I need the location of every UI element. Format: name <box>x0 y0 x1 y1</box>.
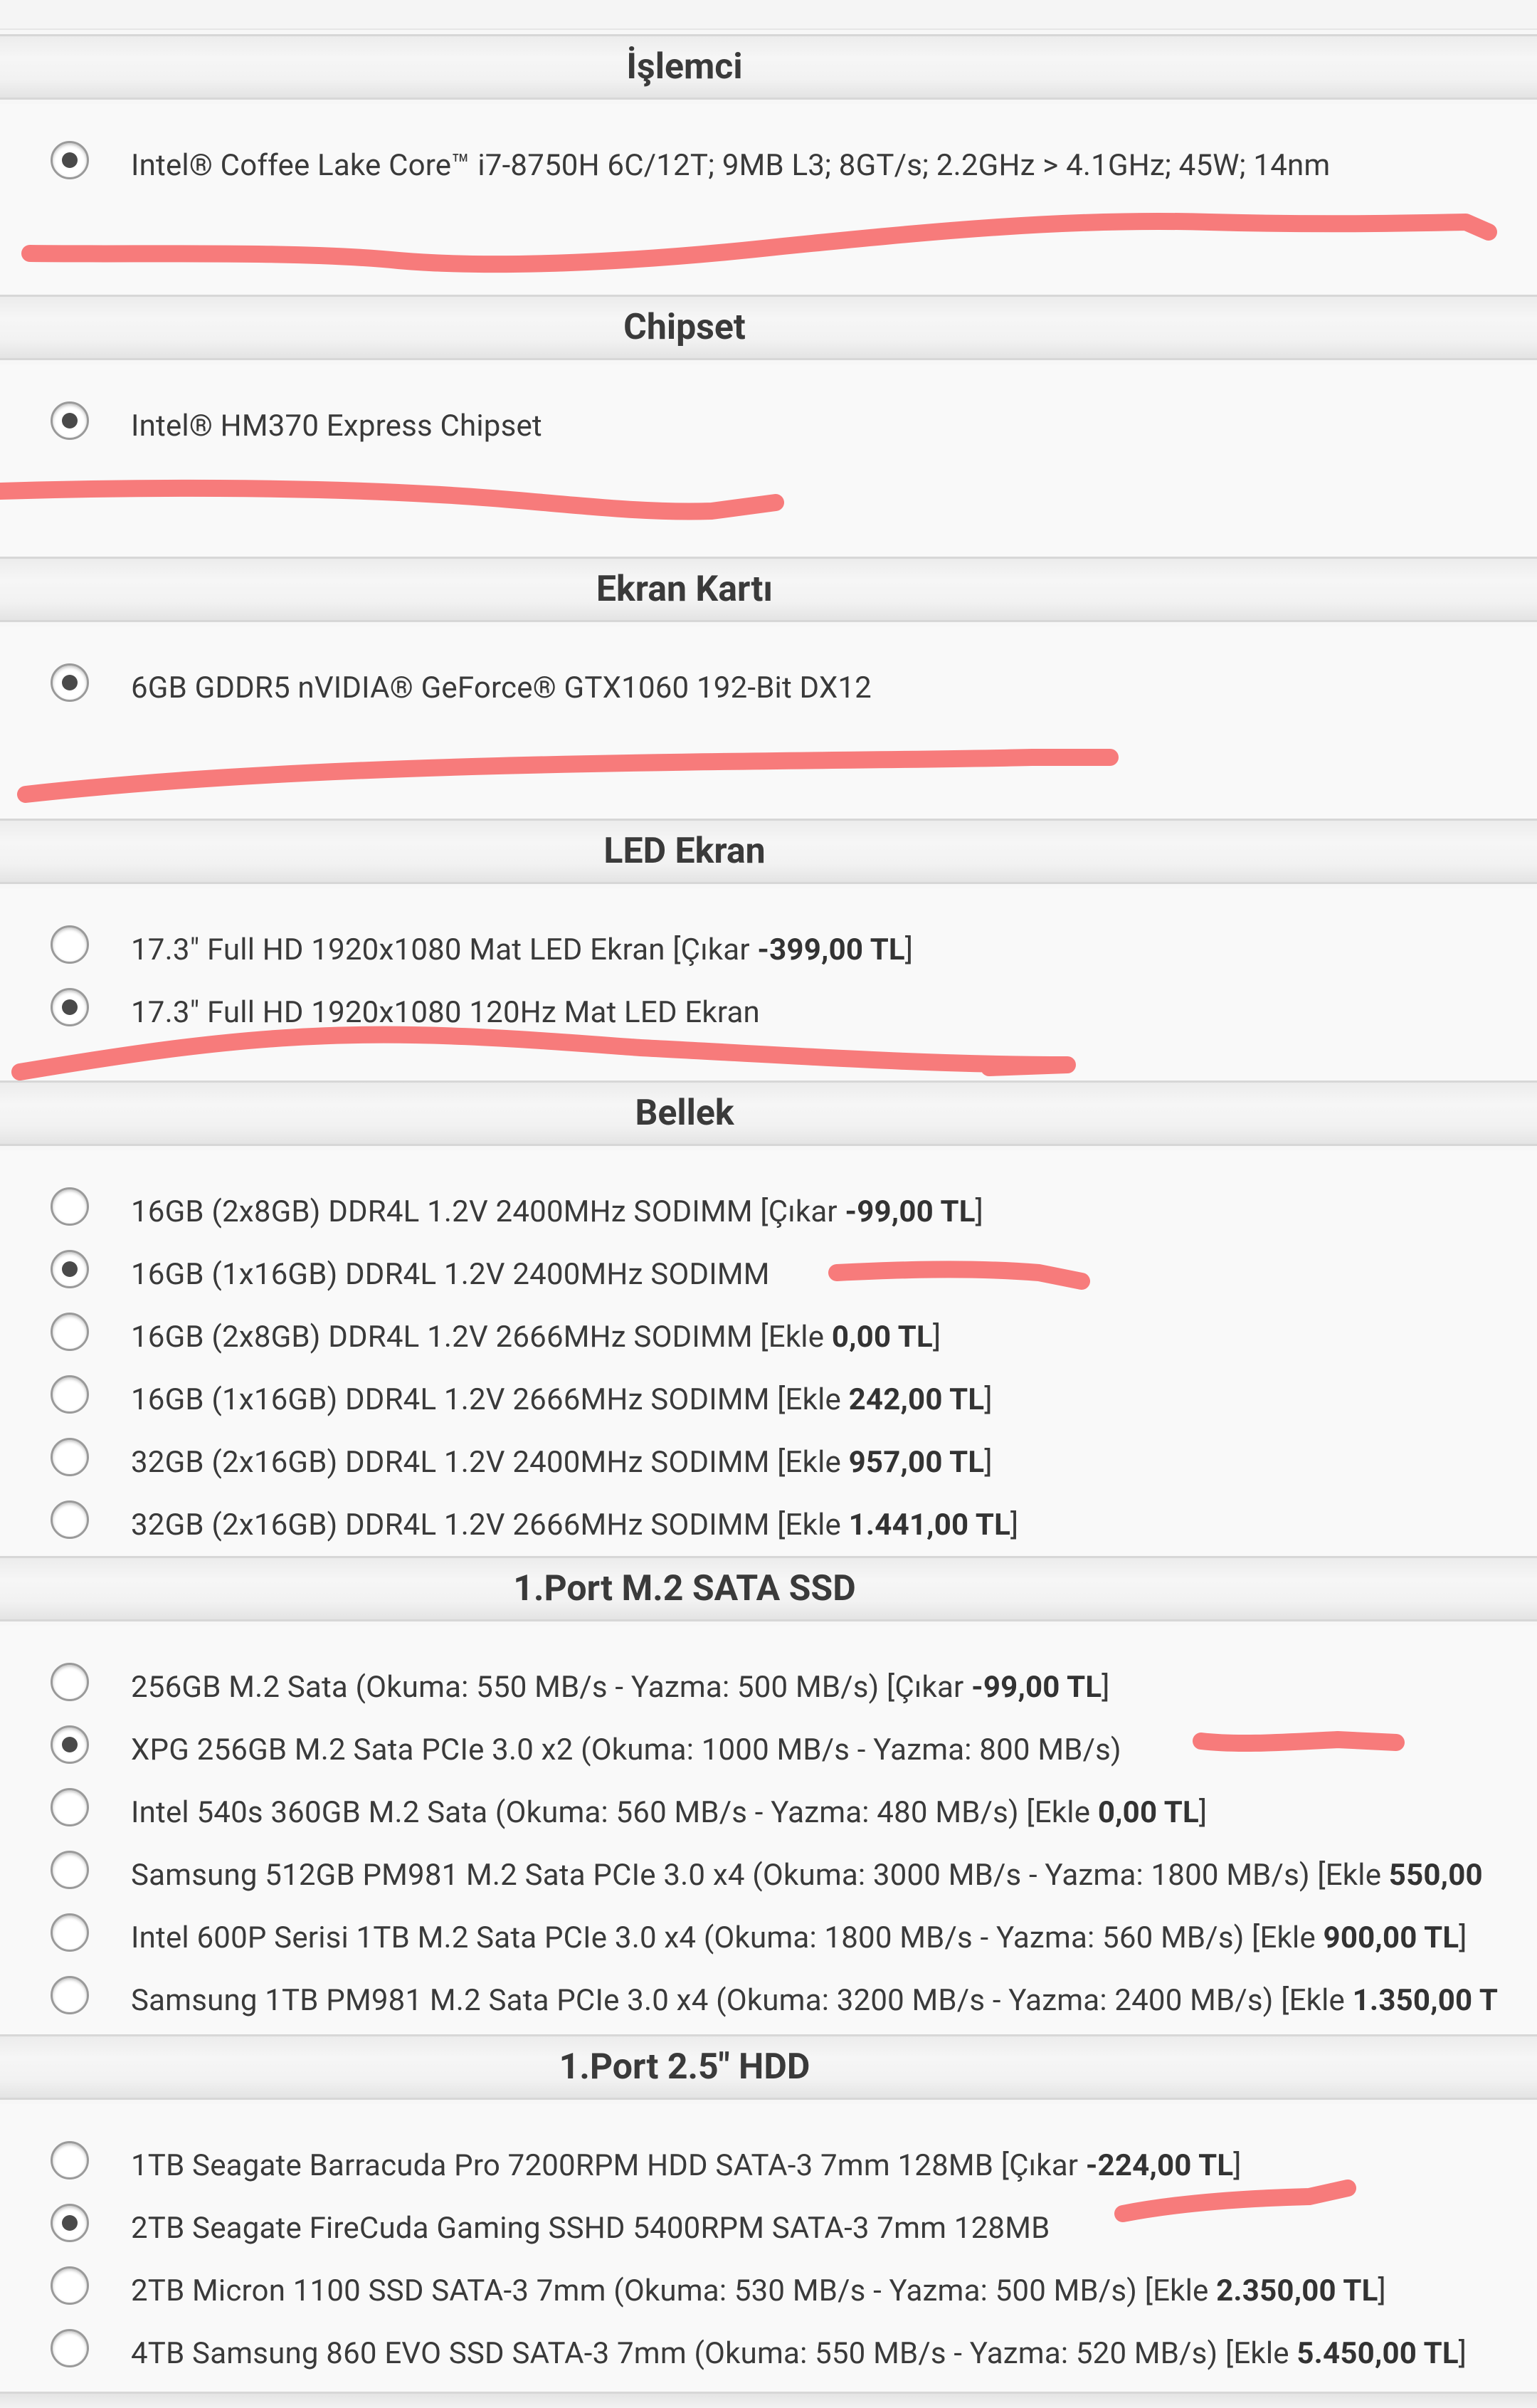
radio-button[interactable] <box>51 1725 89 1764</box>
radio-button[interactable] <box>51 2204 89 2242</box>
option-label: 16GB (2x8GB) DDR4L 1.2V 2666MHz SODIMM [… <box>131 1319 941 1355</box>
option-chipset[interactable]: Intel® HM370 Express Chipset <box>0 394 1537 457</box>
option-ram-3[interactable]: 16GB (2x8GB) DDR4L 1.2V 2666MHz SODIMM [… <box>0 1305 1537 1368</box>
section-header-chipset: Chipset <box>0 295 1537 360</box>
option-label: Intel 600P Serisi 1TB M.2 Sata PCIe 3.0 … <box>131 1920 1467 1955</box>
section-body-led-ekran: 17.3" Full HD 1920x1080 Mat LED Ekran [Ç… <box>0 888 1537 1081</box>
option-ssd-1[interactable]: 256GB M.2 Sata (Okuma: 550 MB/s - Yazma:… <box>0 1656 1537 1718</box>
section-title: Chipset <box>623 307 746 348</box>
radio-button[interactable] <box>51 1851 89 1889</box>
radio-button[interactable] <box>51 988 89 1026</box>
option-cpu[interactable]: Intel® Coffee Lake Core™ i7-8750H 6C/12T… <box>0 134 1537 196</box>
section-title: 1.Port M.2 SATA SSD <box>513 1568 856 1609</box>
radio-button[interactable] <box>51 2266 89 2305</box>
option-hdd-2[interactable]: 2TB Seagate FireCuda Gaming SSHD 5400RPM… <box>0 2197 1537 2259</box>
option-gpu[interactable]: 6GB GDDR5 nVIDIA® GeForce® GTX1060 192-B… <box>0 656 1537 719</box>
radio-button[interactable] <box>51 1976 89 2014</box>
option-label: Intel® HM370 Express Chipset <box>131 408 542 443</box>
option-ram-2[interactable]: 16GB (1x16GB) DDR4L 1.2V 2400MHz SODIMM <box>0 1243 1537 1305</box>
option-label: 17.3" Full HD 1920x1080 Mat LED Ekran [Ç… <box>131 932 914 967</box>
section-body-ekran-karti: 6GB GDDR5 nVIDIA® GeForce® GTX1060 192-B… <box>0 626 1537 819</box>
radio-button[interactable] <box>51 1788 89 1826</box>
radio-button[interactable] <box>51 2141 89 2180</box>
radio-button[interactable] <box>51 141 89 179</box>
option-ssd-2[interactable]: XPG 256GB M.2 Sata PCIe 3.0 x2 (Okuma: 1… <box>0 1718 1537 1781</box>
option-ram-4[interactable]: 16GB (1x16GB) DDR4L 1.2V 2666MHz SODIMM … <box>0 1368 1537 1431</box>
radio-button[interactable] <box>51 401 89 440</box>
section-title: İşlemci <box>626 46 743 88</box>
option-label: Samsung 1TB PM981 M.2 Sata PCIe 3.0 x4 (… <box>131 1982 1499 2018</box>
radio-button[interactable] <box>51 1375 89 1414</box>
option-label: 6GB GDDR5 nVIDIA® GeForce® GTX1060 192-B… <box>131 670 872 705</box>
section-title: LED Ekran <box>603 831 766 872</box>
section-header-hdd: 1.Port 2.5" HDD <box>0 2034 1537 2100</box>
option-ram-6[interactable]: 32GB (2x16GB) DDR4L 1.2V 2666MHz SODIMM … <box>0 1493 1537 1556</box>
section-header-led-ekran: LED Ekran <box>0 819 1537 884</box>
radio-button[interactable] <box>51 925 89 964</box>
radio-button[interactable] <box>51 1663 89 1701</box>
option-hdd-4[interactable]: 4TB Samsung 860 EVO SSD SATA-3 7mm (Okum… <box>0 2322 1537 2385</box>
section-body-m2-ssd: 256GB M.2 Sata (Okuma: 550 MB/s - Yazma:… <box>0 1626 1537 2034</box>
option-hdd-1[interactable]: 1TB Seagate Barracuda Pro 7200RPM HDD SA… <box>0 2134 1537 2197</box>
section-body-islemci: Intel® Coffee Lake Core™ i7-8750H 6C/12T… <box>0 104 1537 295</box>
option-hdd-3[interactable]: 2TB Micron 1100 SSD SATA-3 7mm (Okuma: 5… <box>0 2259 1537 2322</box>
section-body-chipset: Intel® HM370 Express Chipset <box>0 364 1537 557</box>
option-label: 256GB M.2 Sata (Okuma: 550 MB/s - Yazma:… <box>131 1669 1110 1705</box>
option-label: 16GB (1x16GB) DDR4L 1.2V 2666MHz SODIMM … <box>131 1382 993 1417</box>
option-label: 1TB Seagate Barracuda Pro 7200RPM HDD SA… <box>131 2147 1242 2183</box>
option-screen-2[interactable]: 17.3" Full HD 1920x1080 120Hz Mat LED Ek… <box>0 981 1537 1043</box>
section-header-bellek: Bellek <box>0 1081 1537 1146</box>
option-ssd-5[interactable]: Intel 600P Serisi 1TB M.2 Sata PCIe 3.0 … <box>0 1906 1537 1969</box>
option-label: 4TB Samsung 860 EVO SSD SATA-3 7mm (Okum… <box>131 2335 1467 2371</box>
option-label: 32GB (2x16GB) DDR4L 1.2V 2666MHz SODIMM … <box>131 1507 1019 1542</box>
option-label: 16GB (1x16GB) DDR4L 1.2V 2400MHz SODIMM <box>131 1256 770 1292</box>
option-label: Intel 540s 360GB M.2 Sata (Okuma: 560 MB… <box>131 1794 1208 1830</box>
option-ram-5[interactable]: 32GB (2x16GB) DDR4L 1.2V 2400MHz SODIMM … <box>0 1431 1537 1493</box>
option-ssd-4[interactable]: Samsung 512GB PM981 M.2 Sata PCIe 3.0 x4… <box>0 1844 1537 1906</box>
option-label: 32GB (2x16GB) DDR4L 1.2V 2400MHz SODIMM … <box>131 1444 993 1480</box>
radio-button[interactable] <box>51 1438 89 1476</box>
section-body-bellek: 16GB (2x8GB) DDR4L 1.2V 2400MHz SODIMM [… <box>0 1150 1537 1556</box>
option-screen-1[interactable]: 17.3" Full HD 1920x1080 Mat LED Ekran [Ç… <box>0 918 1537 981</box>
section-title: Bellek <box>635 1093 734 1134</box>
option-ram-1[interactable]: 16GB (2x8GB) DDR4L 1.2V 2400MHz SODIMM [… <box>0 1180 1537 1243</box>
section-title: Ekran Kartı <box>596 569 773 610</box>
option-ssd-3[interactable]: Intel 540s 360GB M.2 Sata (Okuma: 560 MB… <box>0 1781 1537 1844</box>
option-label: 2TB Seagate FireCuda Gaming SSHD 5400RPM… <box>131 2210 1050 2246</box>
option-label: Samsung 512GB PM981 M.2 Sata PCIe 3.0 x4… <box>131 1857 1483 1893</box>
radio-button[interactable] <box>51 1250 89 1288</box>
option-label: XPG 256GB M.2 Sata PCIe 3.0 x2 (Okuma: 1… <box>131 1732 1121 1767</box>
section-title: 1.Port 2.5" HDD <box>559 2046 810 2088</box>
radio-button[interactable] <box>51 1500 89 1539</box>
section-body-hdd: 1TB Seagate Barracuda Pro 7200RPM HDD SA… <box>0 2104 1537 2392</box>
option-label: 17.3" Full HD 1920x1080 120Hz Mat LED Ek… <box>131 994 760 1030</box>
radio-button[interactable] <box>51 2329 89 2367</box>
top-strip <box>0 0 1537 30</box>
radio-button[interactable] <box>51 1313 89 1351</box>
radio-button[interactable] <box>51 663 89 702</box>
section-header-ekran-karti: Ekran Kartı <box>0 557 1537 622</box>
radio-button[interactable] <box>51 1913 89 1952</box>
radio-button[interactable] <box>51 1187 89 1226</box>
section-header-islemci: İşlemci <box>0 34 1537 100</box>
option-label: 16GB (2x8GB) DDR4L 1.2V 2400MHz SODIMM [… <box>131 1194 983 1229</box>
option-label: 2TB Micron 1100 SSD SATA-3 7mm (Okuma: 5… <box>131 2273 1386 2308</box>
option-label: Intel® Coffee Lake Core™ i7-8750H 6C/12T… <box>131 147 1331 183</box>
option-ssd-6[interactable]: Samsung 1TB PM981 M.2 Sata PCIe 3.0 x4 (… <box>0 1969 1537 2031</box>
section-header-m2-ssd: 1.Port M.2 SATA SSD <box>0 1556 1537 1621</box>
